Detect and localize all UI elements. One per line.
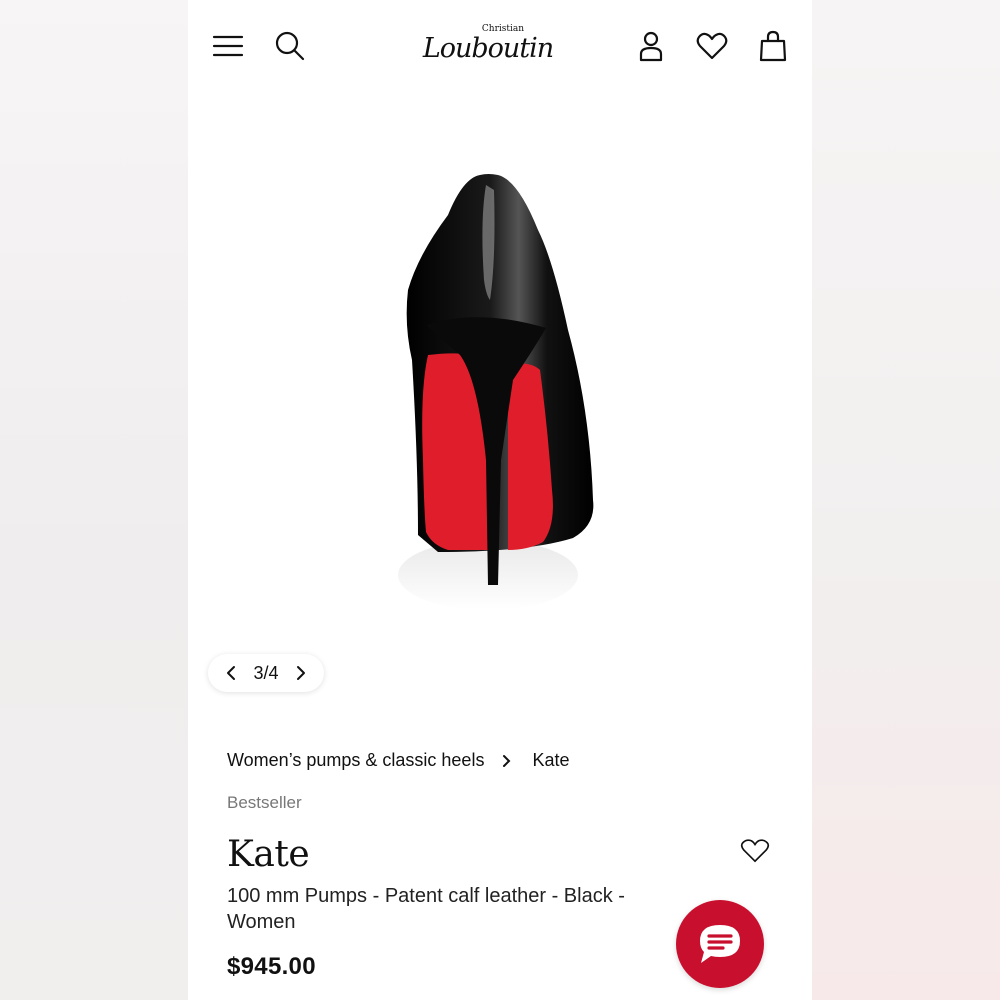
chat-icon: [700, 925, 740, 963]
chevron-left-icon: [227, 666, 235, 680]
gallery-position: 3/4: [253, 662, 279, 683]
wishlist-button[interactable]: [692, 26, 732, 66]
product-description: 100 mm Pumps - Patent calf leather - Bla…: [227, 885, 625, 933]
add-to-wishlist-button[interactable]: [740, 838, 770, 868]
product-page: Christian Louboutin 3/4 Women’s pumps & …: [188, 0, 812, 1000]
gallery-pager: 3/4: [208, 654, 324, 692]
status-badge: Bestseller: [227, 793, 302, 812]
wishlist-icon: [696, 32, 728, 60]
background-left: [0, 0, 190, 1000]
menu-button[interactable]: [208, 26, 248, 66]
product-image[interactable]: [368, 160, 628, 630]
top-navigation: Christian Louboutin: [188, 0, 812, 90]
brand-logo[interactable]: Christian Louboutin: [423, 14, 554, 74]
heart-icon: [740, 839, 770, 863]
chevron-right-icon: [297, 666, 305, 680]
product-title: Kate: [227, 834, 310, 875]
search-button[interactable]: [270, 26, 310, 66]
product-price: $945.00: [227, 953, 316, 980]
menu-icon: [212, 35, 244, 57]
account-button[interactable]: [631, 26, 671, 66]
chat-button[interactable]: [676, 900, 764, 988]
logo-main-text: Louboutin: [422, 33, 554, 64]
bag-icon: [759, 30, 787, 62]
breadcrumb: Women’s pumps & classic heels Kate: [227, 750, 569, 771]
background-right: [812, 0, 1000, 1000]
chevron-right-icon: [502, 753, 512, 769]
next-image-button[interactable]: [292, 664, 310, 682]
bag-button[interactable]: [753, 26, 793, 66]
account-icon: [639, 31, 663, 62]
breadcrumb-category-link[interactable]: Women’s pumps & classic heels: [227, 750, 484, 771]
search-icon: [275, 31, 305, 61]
breadcrumb-current: Kate: [532, 750, 570, 770]
previous-image-button[interactable]: [222, 664, 240, 682]
